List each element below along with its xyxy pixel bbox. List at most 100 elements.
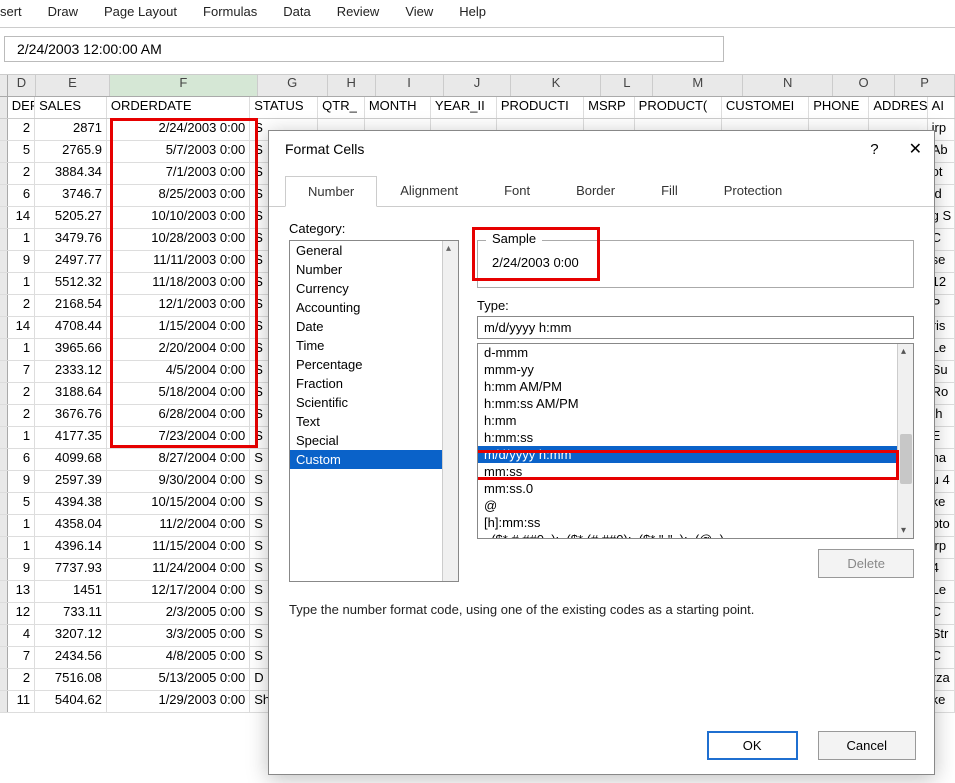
- tab-alignment[interactable]: Alignment: [377, 175, 481, 206]
- cell[interactable]: 12: [8, 603, 35, 624]
- category-item-scientific[interactable]: Scientific: [290, 393, 458, 412]
- type-item[interactable]: _($* #,##0_);_($* (#,##0);_($* "-"_);_(@…: [478, 531, 913, 539]
- cell[interactable]: 14: [8, 207, 35, 228]
- cell[interactable]: 7/23/2004 0:00: [107, 427, 250, 448]
- cell[interactable]: 9/30/2004 0:00: [107, 471, 250, 492]
- category-item-accounting[interactable]: Accounting: [290, 298, 458, 317]
- type-listbox[interactable]: d-mmmmmm-yyh:mm AM/PMh:mm:ss AM/PMh:mmh:…: [477, 343, 914, 539]
- cell[interactable]: 4/8/2005 0:00: [107, 647, 250, 668]
- cell[interactable]: 2871: [35, 119, 107, 140]
- type-item[interactable]: h:mm: [478, 412, 913, 429]
- cell[interactable]: 9: [8, 251, 35, 272]
- cell[interactable]: 1: [8, 339, 35, 360]
- cell[interactable]: 12/1/2003 0:00: [107, 295, 250, 316]
- category-item-time[interactable]: Time: [290, 336, 458, 355]
- scrollbar-thumb[interactable]: [900, 434, 912, 484]
- row-header[interactable]: [0, 691, 8, 712]
- row-header[interactable]: [0, 317, 8, 338]
- cell[interactable]: 9: [8, 471, 35, 492]
- cell[interactable]: 13: [8, 581, 35, 602]
- cell[interactable]: 7: [8, 361, 35, 382]
- type-item[interactable]: h:mm:ss: [478, 429, 913, 446]
- column-header-K[interactable]: K: [511, 75, 601, 96]
- header-cell[interactable]: PRODUCT(: [635, 97, 722, 118]
- delete-button[interactable]: Delete: [818, 549, 914, 578]
- tab-number[interactable]: Number: [285, 176, 377, 207]
- cell[interactable]: 3188.64: [35, 383, 107, 404]
- cell[interactable]: 9: [8, 559, 35, 580]
- cell[interactable]: 8/27/2004 0:00: [107, 449, 250, 470]
- menu-formulas[interactable]: Formulas: [203, 4, 257, 19]
- cell[interactable]: 1: [8, 427, 35, 448]
- cell[interactable]: 7737.93: [35, 559, 107, 580]
- cell[interactable]: 5/7/2003 0:00: [107, 141, 250, 162]
- cell[interactable]: 1: [8, 273, 35, 294]
- menu-help[interactable]: Help: [459, 4, 486, 19]
- tab-fill[interactable]: Fill: [638, 175, 701, 206]
- row-header[interactable]: [0, 625, 8, 646]
- cell[interactable]: 5: [8, 493, 35, 514]
- cell[interactable]: 5/18/2004 0:00: [107, 383, 250, 404]
- row-header[interactable]: [0, 339, 8, 360]
- cell[interactable]: 6: [8, 185, 35, 206]
- cell[interactable]: 11/18/2003 0:00: [107, 273, 250, 294]
- cell[interactable]: 11/11/2003 0:00: [107, 251, 250, 272]
- cell[interactable]: 2: [8, 669, 35, 690]
- header-cell[interactable]: MSRP: [584, 97, 635, 118]
- cell[interactable]: 3676.76: [35, 405, 107, 426]
- cell[interactable]: 2: [8, 405, 35, 426]
- row-header[interactable]: [0, 163, 8, 184]
- row-header[interactable]: [0, 97, 8, 118]
- header-cell[interactable]: QTR_: [318, 97, 365, 118]
- cell[interactable]: 4394.38: [35, 493, 107, 514]
- cell[interactable]: 4358.04: [35, 515, 107, 536]
- row-header[interactable]: [0, 361, 8, 382]
- cell[interactable]: 3479.76: [35, 229, 107, 250]
- column-header-J[interactable]: J: [444, 75, 512, 96]
- cell[interactable]: 7/1/2003 0:00: [107, 163, 250, 184]
- type-item[interactable]: mm:ss.0: [478, 480, 913, 497]
- type-item[interactable]: h:mm:ss AM/PM: [478, 395, 913, 412]
- cell[interactable]: 3207.12: [35, 625, 107, 646]
- header-cell[interactable]: PRODUCTI: [497, 97, 584, 118]
- menu-review[interactable]: Review: [337, 4, 380, 19]
- cell[interactable]: 2: [8, 163, 35, 184]
- column-header-I[interactable]: I: [376, 75, 444, 96]
- cell[interactable]: 1451: [35, 581, 107, 602]
- cell[interactable]: 2168.54: [35, 295, 107, 316]
- row-header[interactable]: [0, 185, 8, 206]
- cell[interactable]: 3746.7: [35, 185, 107, 206]
- header-cell[interactable]: YEAR_II: [431, 97, 497, 118]
- column-header-D[interactable]: D: [8, 75, 36, 96]
- tab-font[interactable]: Font: [481, 175, 553, 206]
- cell[interactable]: 1/15/2004 0:00: [107, 317, 250, 338]
- cell[interactable]: 4/5/2004 0:00: [107, 361, 250, 382]
- row-header[interactable]: [0, 449, 8, 470]
- row-header[interactable]: [0, 141, 8, 162]
- cell[interactable]: 4396.14: [35, 537, 107, 558]
- cell[interactable]: 4: [8, 625, 35, 646]
- row-header[interactable]: [0, 559, 8, 580]
- cell[interactable]: 10/15/2004 0:00: [107, 493, 250, 514]
- cell[interactable]: 733.11: [35, 603, 107, 624]
- cancel-button[interactable]: Cancel: [818, 731, 916, 760]
- row-header[interactable]: [0, 537, 8, 558]
- category-item-custom[interactable]: Custom: [290, 450, 458, 469]
- menu-data[interactable]: Data: [283, 4, 310, 19]
- header-cell[interactable]: DER: [8, 97, 35, 118]
- column-header-G[interactable]: G: [258, 75, 328, 96]
- tab-border[interactable]: Border: [553, 175, 638, 206]
- cell[interactable]: 2765.9: [35, 141, 107, 162]
- cell[interactable]: 5404.62: [35, 691, 107, 712]
- cell[interactable]: 2497.77: [35, 251, 107, 272]
- header-cell[interactable]: STATUS: [250, 97, 318, 118]
- header-cell[interactable]: ADDRESSL: [869, 97, 927, 118]
- column-header-O[interactable]: O: [833, 75, 895, 96]
- type-item[interactable]: mmm-yy: [478, 361, 913, 378]
- cell[interactable]: 10/28/2003 0:00: [107, 229, 250, 250]
- type-input[interactable]: [477, 316, 914, 339]
- corner-cell[interactable]: [0, 75, 8, 96]
- cell[interactable]: 4177.35: [35, 427, 107, 448]
- header-cell[interactable]: ORDERDATE: [107, 97, 250, 118]
- row-header[interactable]: [0, 273, 8, 294]
